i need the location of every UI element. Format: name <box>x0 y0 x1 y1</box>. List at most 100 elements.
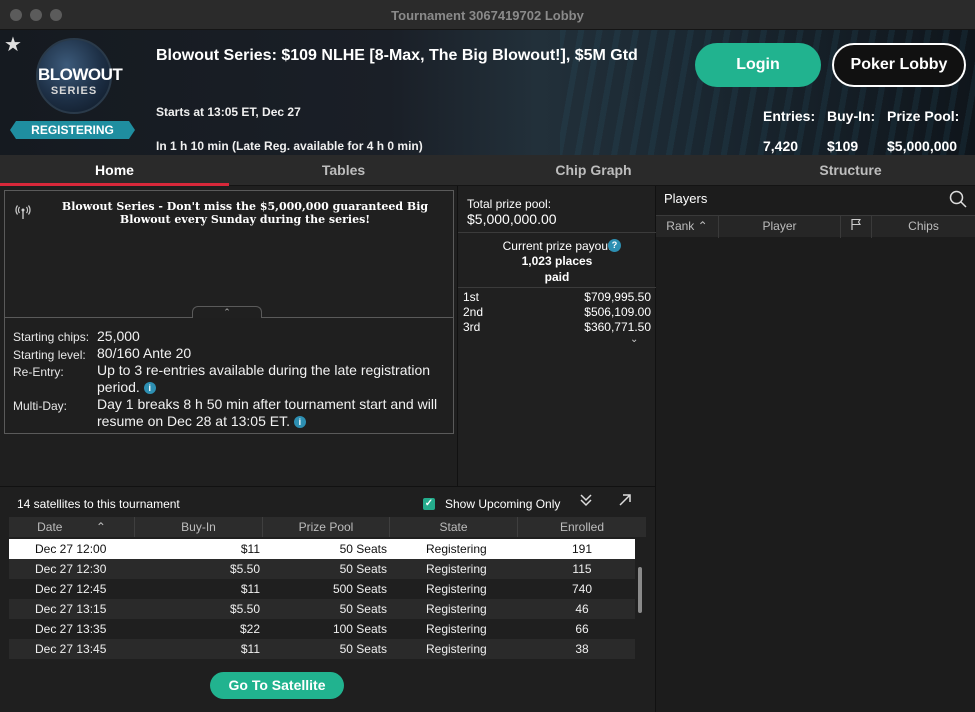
players-panel: Players Rank ⌃ Player Chips <box>656 186 975 712</box>
sat-state: Registering <box>426 622 487 636</box>
sat-buyin: $5.50 <box>229 602 260 616</box>
sat-enrolled: 191 <box>571 542 593 556</box>
sat-date: Dec 27 12:45 <box>35 582 107 596</box>
show-upcoming-checkbox[interactable]: ✓ <box>423 498 435 510</box>
satellite-row[interactable]: Dec 27 13:35 $22 100 Seats Registering 6… <box>9 619 635 639</box>
poker-lobby-button[interactable]: Poker Lobby <box>832 43 966 87</box>
window-title: Tournament 3067419702 Lobby <box>391 8 584 23</box>
state-column-header[interactable]: State <box>390 517 518 537</box>
enrolled-column-header[interactable]: Enrolled <box>518 517 646 537</box>
tournament-details: Starting chips: 25,000 Starting level: 8… <box>4 318 454 434</box>
payout-place: 1st <box>463 290 480 304</box>
chips-column-header[interactable]: Chips <box>872 216 975 238</box>
sat-enrolled: 66 <box>575 622 589 636</box>
sat-date: Dec 27 13:15 <box>35 602 107 616</box>
current-payout-box: Current prize payout ? 1,023 places paid <box>458 232 656 288</box>
starting-level-label: Starting level: <box>13 348 86 362</box>
login-button[interactable]: Login <box>695 43 821 87</box>
multiday-value: Day 1 breaks 8 h 50 min after tournament… <box>97 396 447 430</box>
total-prize-pool-label: Total prize pool: <box>467 197 552 211</box>
tournament-info-panel: Blowout Series - Don't miss the $5,000,0… <box>0 186 458 486</box>
starting-chips-label: Starting chips: <box>13 330 90 344</box>
date-column-header[interactable]: Date ⌃ <box>9 517 135 537</box>
multiday-info-icon[interactable]: i <box>293 416 306 429</box>
lobby-tabs: Home Tables Chip Graph Structure <box>0 155 975 186</box>
payout-title: Current prize payout <box>502 239 612 253</box>
reentry-info-icon[interactable]: i <box>143 382 156 395</box>
sat-date: Dec 27 12:30 <box>35 562 107 576</box>
satellite-row[interactable]: Dec 27 12:30 $5.50 50 Seats Registering … <box>9 559 635 579</box>
prizepool-label: Prize Pool: <box>887 108 960 124</box>
satellites-scrollbar[interactable] <box>638 567 642 613</box>
popout-arrow-icon[interactable] <box>618 493 632 511</box>
date-header-label: Date <box>37 520 63 534</box>
satellite-row[interactable]: Dec 27 12:00 $11 50 Seats Registering 19… <box>9 539 635 559</box>
prize-pool-column-header[interactable]: Prize Pool <box>263 517 390 537</box>
satellites-count-title: 14 satellites to this tournament <box>17 497 180 511</box>
reentry-label: Re-Entry: <box>13 365 64 379</box>
countdown-text: In 1 h 10 min (Late Reg. available for 4… <box>156 139 423 153</box>
sat-date: Dec 27 13:45 <box>35 642 107 656</box>
broadcast-icon <box>15 204 31 223</box>
satellites-panel: 14 satellites to this tournament ✓ Show … <box>0 486 656 712</box>
payout-place: 2nd <box>463 305 484 319</box>
tournament-lobby-window: Tournament 3067419702 Lobby ★ BLOWOUT SE… <box>0 0 975 712</box>
buyin-label: Buy-In: <box>827 108 876 124</box>
sat-prize: 50 Seats <box>339 602 387 616</box>
go-to-satellite-button[interactable]: Go To Satellite <box>210 672 344 699</box>
favorite-star-icon[interactable]: ★ <box>4 32 22 57</box>
total-prize-pool-value: $5,000,000.00 <box>467 211 557 227</box>
buyin-column-header[interactable]: Buy-In <box>135 517 263 537</box>
payout-row: 3rd $360,771.50 <box>463 320 651 335</box>
collapse-promo-chevron-icon[interactable]: ⌃ <box>192 306 262 318</box>
expand-payouts-chevron-icon[interactable]: ⌄ <box>630 334 638 345</box>
sat-prize: 100 Seats <box>332 622 387 636</box>
tab-chip-graph[interactable]: Chip Graph <box>479 155 708 186</box>
payout-row: 2nd $506,109.00 <box>463 305 651 320</box>
sat-buyin: $11 <box>240 542 260 556</box>
payout-help-icon[interactable]: ? <box>608 239 621 252</box>
payout-row: 1st $709,995.50 <box>463 290 651 305</box>
satellite-row[interactable]: Dec 27 13:45 $11 50 Seats Registering 38 <box>9 639 635 659</box>
satellites-table-header: Date ⌃ Buy-In Prize Pool State Enrolled <box>9 517 646 537</box>
show-upcoming-label[interactable]: Show Upcoming Only <box>445 497 560 511</box>
sat-prize: 500 Seats <box>332 582 387 596</box>
collapse-double-chevron-icon[interactable] <box>579 493 593 510</box>
logo-text-blowout: BLOWOUT <box>38 65 123 84</box>
sat-state: Registering <box>426 542 487 556</box>
sort-ascending-icon: ⌃ <box>697 219 708 233</box>
players-table-header: Rank ⌃ Player Chips <box>656 215 975 238</box>
logo-text-series: SERIES <box>50 85 98 97</box>
payout-amount: $360,771.50 <box>584 320 651 334</box>
reentry-value: Up to 3 re-entries available during the … <box>97 362 447 396</box>
sat-date: Dec 27 13:35 <box>35 622 107 636</box>
promo-text: Blowout Series - Don't miss the $5,000,0… <box>61 200 429 226</box>
sat-buyin: $5.50 <box>229 562 260 576</box>
sat-enrolled: 38 <box>575 642 589 656</box>
payout-amount: $506,109.00 <box>584 305 651 319</box>
tournament-header: ★ BLOWOUT SERIES REGISTERING Blowout Ser… <box>0 30 975 155</box>
sat-prize: 50 Seats <box>339 562 387 576</box>
satellite-row[interactable]: Dec 27 13:15 $5.50 50 Seats Registering … <box>9 599 635 619</box>
sat-enrolled: 46 <box>575 602 589 616</box>
player-column-header[interactable]: Player <box>719 216 841 238</box>
search-icon[interactable] <box>949 190 967 208</box>
entries-value: 7,420 <box>763 138 799 154</box>
rank-column-header[interactable]: Rank ⌃ <box>656 216 719 238</box>
country-flag-column-header[interactable] <box>841 216 872 238</box>
tab-tables[interactable]: Tables <box>229 155 458 186</box>
tab-structure[interactable]: Structure <box>736 155 965 186</box>
places-paid-suffix: paid <box>544 270 570 284</box>
payout-amount: $709,995.50 <box>584 290 651 304</box>
prizepool-value: $5,000,000 <box>887 138 958 154</box>
flag-icon <box>850 218 862 233</box>
rank-header-label: Rank <box>666 219 695 233</box>
sort-ascending-icon: ⌃ <box>95 520 106 534</box>
satellite-row[interactable]: Dec 27 12:45 $11 500 Seats Registering 7… <box>9 579 635 599</box>
prize-pool-panel: Total prize pool: $5,000,000.00 Current … <box>458 186 656 486</box>
tab-home[interactable]: Home <box>0 155 229 186</box>
starting-chips-value: 25,000 <box>97 328 140 344</box>
promo-message-box: Blowout Series - Don't miss the $5,000,0… <box>4 190 454 318</box>
players-title: Players <box>664 191 708 206</box>
sat-state: Registering <box>426 582 487 596</box>
